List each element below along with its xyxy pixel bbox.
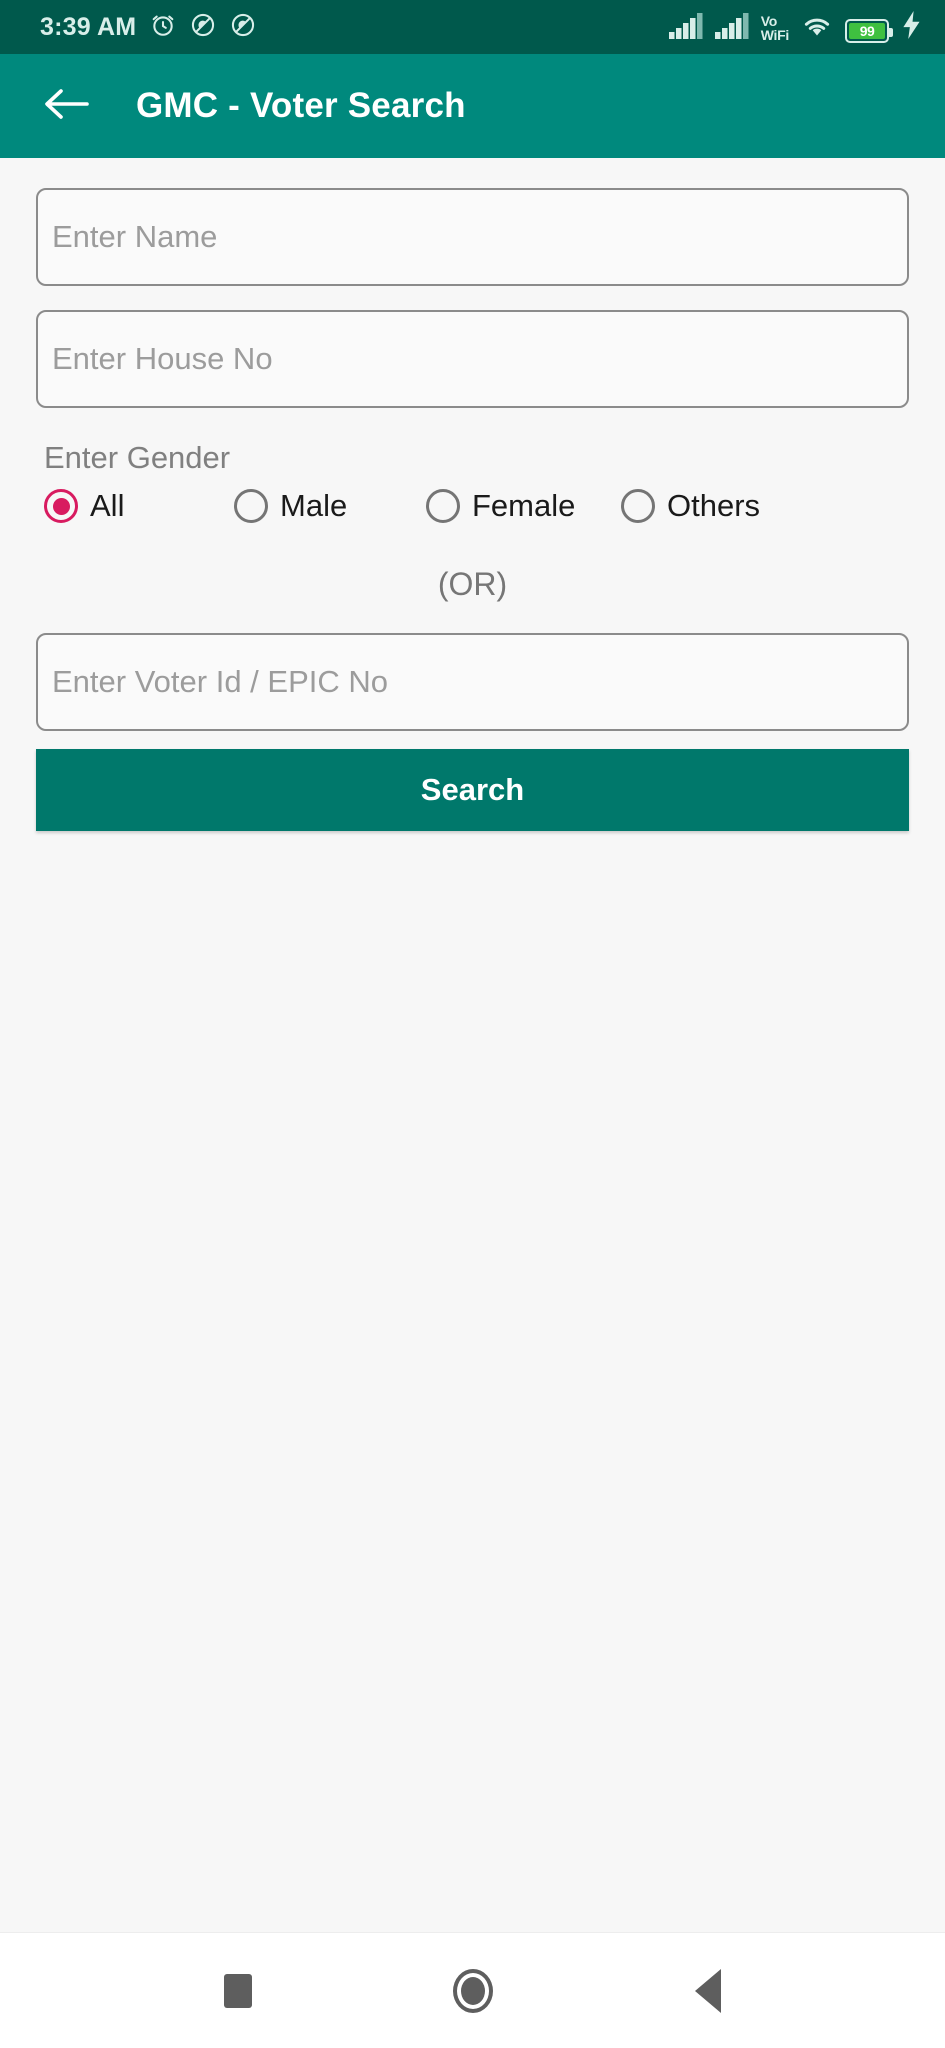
radio-icon-female (426, 489, 460, 523)
status-bar-clock: 3:39 AM (40, 12, 137, 41)
radio-icon-all (44, 489, 78, 523)
radio-dot-all (52, 497, 70, 515)
charging-bolt-icon (901, 10, 923, 44)
radio-icon-male (234, 489, 268, 523)
arrow-left-icon (43, 85, 89, 128)
volte-wifi-icon: Vo WiFi (760, 12, 790, 44)
radio-label-others: Others (667, 488, 761, 523)
back-triangle-icon (694, 1968, 721, 2013)
alarm-icon (150, 12, 176, 43)
back-button[interactable] (40, 80, 92, 132)
signal-sim1-icon (668, 12, 703, 44)
or-separator: (OR) (437, 566, 508, 602)
battery-icon: 99 (845, 18, 893, 43)
app-bar: GMC - Voter Search (0, 54, 945, 158)
volte-wifi-bottom-label: WiFi (760, 26, 790, 43)
radio-label-female: Female (472, 488, 576, 523)
gender-label: Enter Gender (44, 440, 231, 475)
field-spacer (36, 286, 909, 310)
mute-vibrate-icon (230, 12, 256, 43)
home-button[interactable] (431, 1949, 515, 2033)
search-form: Enter Gender All Male Female Others (0, 158, 945, 1932)
volte-wifi-top-label: Vo (760, 12, 778, 29)
phone-screen: 3:39 AM Vo WiFi 99 GMC - Voter Search En… (0, 0, 945, 2048)
wifi-icon (801, 13, 833, 44)
page-title: GMC - Voter Search (136, 86, 466, 125)
radio-option-male[interactable]: Male (234, 488, 426, 524)
gender-radio-group: All Male Female Others (36, 488, 909, 524)
mute-ring-icon (190, 12, 216, 43)
recents-button[interactable] (196, 1949, 280, 2033)
radio-option-others[interactable]: Others (621, 488, 801, 524)
recents-square-icon (223, 1973, 252, 2008)
back-nav-button[interactable] (666, 1949, 750, 2033)
radio-option-female[interactable]: Female (426, 488, 621, 524)
radio-icon-others (621, 489, 655, 523)
battery-level-label: 99 (859, 22, 875, 39)
home-circle-inner (460, 1976, 485, 2005)
house-no-input[interactable] (36, 310, 909, 408)
status-bar-right: Vo WiFi 99 (668, 10, 923, 44)
home-circle-icon (452, 1968, 493, 2013)
radio-label-male: Male (280, 488, 348, 523)
voter-id-input[interactable] (36, 633, 909, 731)
android-nav-bar (0, 1932, 945, 2048)
status-bar-left: 3:39 AM (40, 12, 256, 43)
name-input[interactable] (36, 188, 909, 286)
radio-option-all[interactable]: All (44, 488, 234, 524)
search-button[interactable]: Search (36, 749, 909, 831)
status-bar: 3:39 AM Vo WiFi 99 (0, 0, 945, 54)
signal-sim2-icon (714, 12, 749, 44)
radio-label-all: All (90, 488, 125, 523)
